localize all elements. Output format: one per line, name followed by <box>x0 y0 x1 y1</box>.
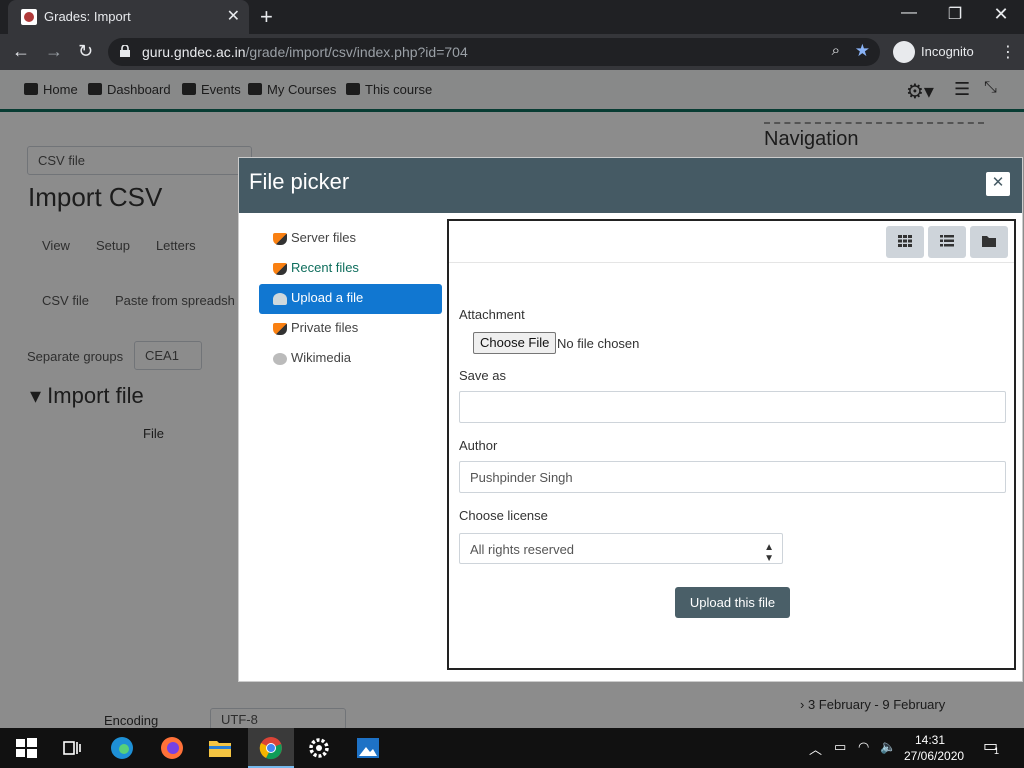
license-select[interactable]: All rights reserved ▲ ▼ <box>459 533 783 564</box>
clock-time: 14:31 <box>914 733 946 747</box>
repo-upload-file[interactable]: Upload a file <box>259 284 442 314</box>
browser-menu-icon[interactable]: ⋮ <box>1000 42 1016 62</box>
url-host: guru.gndec.ac.in <box>142 44 246 60</box>
repo-label: Upload a file <box>291 290 364 305</box>
moodle-icon <box>273 263 287 275</box>
back-button[interactable]: ← <box>12 41 30 62</box>
zoom-icon[interactable]: ⌕ <box>832 42 840 59</box>
battery-icon[interactable]: ▭ <box>834 739 846 755</box>
save-as-input[interactable] <box>459 391 1006 423</box>
select-arrow-icon: ▲ ▼ <box>764 542 774 564</box>
upload-icon <box>273 293 287 305</box>
incognito-badge[interactable]: Incognito <box>891 40 982 64</box>
site-favicon-icon <box>21 9 37 25</box>
address-bar[interactable]: guru.gndec.ac.in/grade/import/csv/index.… <box>108 38 880 66</box>
list-view-button[interactable] <box>928 226 966 258</box>
browser-tab[interactable]: Grades: Import ✕ <box>8 0 249 34</box>
repo-label: Private files <box>291 320 359 335</box>
photos-icon[interactable] <box>356 736 380 760</box>
grid-icon <box>898 235 912 247</box>
tab-close-icon[interactable]: ✕ <box>227 6 240 26</box>
tab-title: Grades: Import <box>44 9 131 24</box>
moodle-icon <box>273 233 287 245</box>
license-value: All rights reserved <box>470 542 575 557</box>
repo-label: Server files <box>291 230 357 245</box>
url-path: /grade/import/csv/index.php?id=704 <box>245 44 468 60</box>
tree-view-button[interactable] <box>970 226 1008 258</box>
volume-icon[interactable]: 🔈 <box>880 739 896 755</box>
lock-icon <box>120 45 130 57</box>
attachment-label: Attachment <box>459 307 525 322</box>
choose-file-button[interactable]: Choose File <box>473 332 557 354</box>
file-picker-title: File picker <box>249 169 350 194</box>
file-picker-dialog: File picker ✕ Server files Recent files … <box>238 157 1023 682</box>
icon-view-button[interactable] <box>886 226 924 258</box>
repo-label: Recent files <box>291 260 359 275</box>
notification-count: 1 <box>994 746 1000 756</box>
browser-toolbar: ← → ↻ guru.gndec.ac.in/grade/import/csv/… <box>0 34 1024 70</box>
tray-chevron-icon[interactable]: ︿ <box>809 739 822 758</box>
repo-server-files[interactable]: Server files <box>259 224 442 254</box>
system-clock[interactable]: 14:31 27/06/2020 <box>904 732 965 764</box>
upload-panel: Attachment Choose File No file chosen Sa… <box>447 219 1016 670</box>
repository-list: Server files Recent files Upload a file … <box>259 224 442 374</box>
restore-button[interactable]: ❐ <box>932 4 978 24</box>
file-picker-header: File picker ✕ <box>239 158 1022 213</box>
reload-button[interactable]: ↻ <box>78 41 93 62</box>
bookmark-star-icon[interactable]: ★ <box>855 41 870 61</box>
minimize-button[interactable]: — <box>886 4 932 22</box>
repo-private-files[interactable]: Private files <box>259 314 442 344</box>
settings-icon[interactable] <box>307 736 331 760</box>
repo-recent-files[interactable]: Recent files <box>259 254 442 284</box>
no-file-chosen-text: No file chosen <box>557 336 640 351</box>
clock-date: 27/06/2020 <box>904 749 965 763</box>
task-view-icon[interactable] <box>60 736 84 760</box>
chrome-icon[interactable] <box>259 736 283 760</box>
repo-label: Wikimedia <box>291 350 351 365</box>
author-label: Author <box>459 438 498 453</box>
window-close-button[interactable]: ✕ <box>978 4 1024 25</box>
edge-icon[interactable] <box>110 736 134 760</box>
list-icon <box>940 235 954 247</box>
moodle-icon <box>273 323 287 335</box>
repo-wikimedia[interactable]: Wikimedia <box>259 344 442 374</box>
windows-start-icon[interactable] <box>14 736 38 760</box>
author-input[interactable]: Pushpinder Singh <box>459 461 1006 493</box>
windows-taskbar: ︿ ▭ ◠ 🔈 14:31 27/06/2020 ▭ 1 <box>0 728 1024 768</box>
incognito-label: Incognito <box>921 44 974 59</box>
license-label: Choose license <box>459 508 548 523</box>
new-tab-button[interactable]: + <box>260 4 273 30</box>
view-toolbar <box>449 221 1014 263</box>
forward-button[interactable]: → <box>45 41 63 62</box>
file-explorer-icon[interactable] <box>208 736 232 760</box>
close-dialog-button[interactable]: ✕ <box>986 172 1010 196</box>
firefox-icon[interactable] <box>160 736 184 760</box>
browser-tabstrip: Grades: Import ✕ + — ❐ ✕ <box>0 0 1024 34</box>
incognito-icon <box>893 41 915 63</box>
upload-file-button[interactable]: Upload this file <box>675 587 790 618</box>
wikimedia-icon <box>273 353 287 365</box>
save-as-label: Save as <box>459 368 506 383</box>
folder-icon <box>982 236 996 247</box>
url-text: guru.gndec.ac.in/grade/import/csv/index.… <box>142 44 468 60</box>
wifi-icon[interactable]: ◠ <box>858 739 869 755</box>
